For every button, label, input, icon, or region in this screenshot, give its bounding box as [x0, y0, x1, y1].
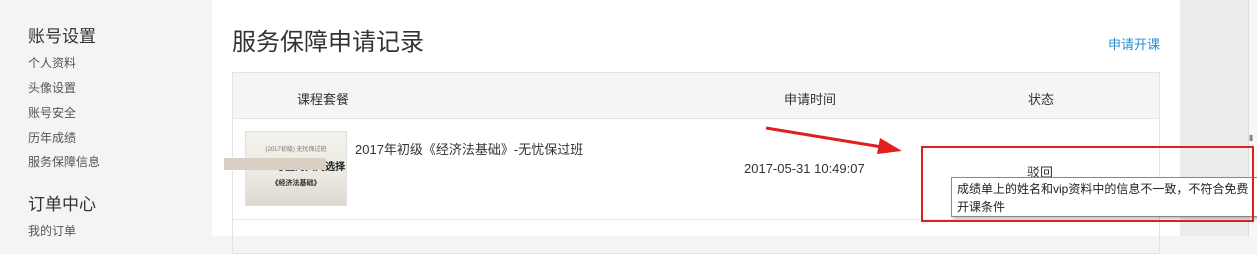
- annotation-highlight-box: [921, 146, 1254, 222]
- sidebar-item-past-scores[interactable]: 历年成绩: [28, 129, 76, 146]
- column-header-time: 申请时间: [784, 92, 837, 107]
- arrow-shaft: [765, 126, 889, 150]
- arrow-head: [877, 138, 902, 154]
- apply-time: 2017-05-31 10:49:07: [744, 161, 865, 176]
- sidebar-item-my-orders[interactable]: 我的订单: [28, 222, 76, 239]
- sidebar-item-service-guarantee[interactable]: 服务保障信息: [28, 153, 100, 170]
- order-center-heading: 订单中心: [28, 195, 96, 214]
- apply-course-link[interactable]: 申请开课: [1108, 34, 1160, 53]
- thumbnail-caption: (2017初级) 无忧保过班: [265, 147, 327, 153]
- scrollbar-thumb-icon[interactable]: ▮: [1249, 133, 1253, 142]
- sidebar-item-avatar-settings[interactable]: 头像设置: [28, 79, 76, 96]
- column-header-course: 课程套餐: [297, 92, 350, 107]
- thumbnail-subject: 《经济法基础》: [271, 180, 321, 187]
- sidebar-item-personal-info[interactable]: 个人资料: [28, 54, 76, 71]
- course-thumbnail[interactable]: [224, 158, 326, 170]
- column-header-status: 状态: [1028, 92, 1055, 107]
- account-settings-heading: 账号设置: [28, 27, 96, 46]
- sidebar: 账号设置 个人资料 头像设置 账号安全 历年成绩 服务保障信息 订单中心 我的订…: [0, 0, 212, 239]
- red-arrow-icon: [765, 126, 902, 154]
- table-header: 课程套餐 申请时间 状态: [233, 73, 1159, 119]
- sidebar-item-account-security[interactable]: 账号安全: [28, 104, 76, 121]
- page-title: 服务保障申请记录: [232, 29, 424, 56]
- course-name-link[interactable]: 2017年初级《经济法基础》-无忧保过班: [355, 139, 583, 158]
